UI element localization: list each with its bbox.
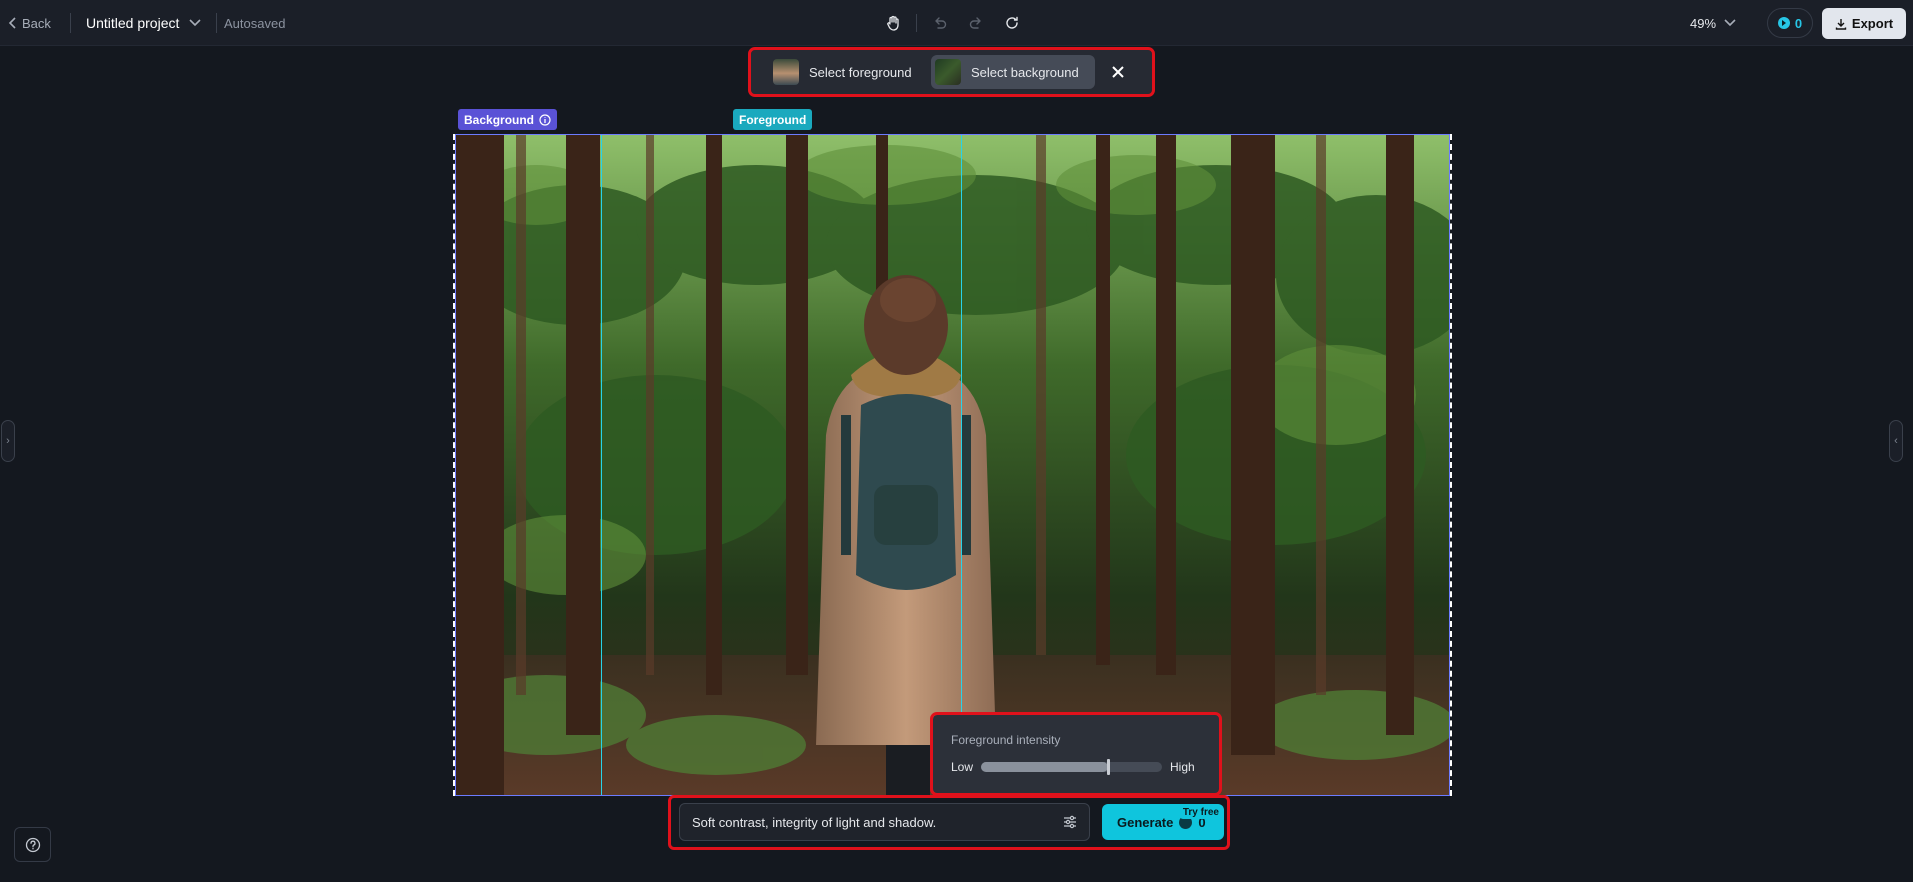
select-background-label: Select background [971,64,1079,80]
foreground-guide-left [601,135,602,795]
divider [70,13,71,33]
project-name-dropdown[interactable]: Untitled project [86,0,201,46]
export-button[interactable]: Export [1822,8,1906,39]
intensity-high-label: High [1170,760,1195,774]
intensity-slider-handle[interactable] [1106,759,1110,775]
divider [916,14,917,32]
canvas-edge-right [1450,134,1452,796]
credit-coin-icon [1777,17,1790,29]
sliders-icon[interactable] [1063,815,1077,829]
background-tag: Background [458,109,558,130]
intensity-slider-row: Low High [951,759,1195,775]
chevron-left-icon: ‹ [1894,435,1898,447]
canvas-tools [880,0,1025,46]
intensity-slider[interactable] [981,759,1163,775]
foreground-intensity-panel: Foreground intensity Low High [930,712,1222,796]
chevron-down-icon [1724,19,1736,27]
help-button[interactable] [14,827,51,862]
right-panel-toggle[interactable]: ‹ [1889,420,1903,462]
divider [216,13,217,33]
hand-icon[interactable] [880,10,906,36]
image-canvas[interactable] [455,134,1450,796]
credits-count: 0 [1794,15,1803,31]
redo-icon[interactable] [963,10,989,36]
refresh-icon[interactable] [999,10,1025,36]
zoom-dropdown[interactable]: 49% [1690,0,1736,46]
chevron-down-icon [189,19,201,27]
prompt-input[interactable]: Soft contrast, integrity of light and sh… [679,803,1090,841]
prompt-text: Soft contrast, integrity of light and sh… [692,814,937,830]
foreground-tag: Foreground [733,109,813,130]
zoom-level: 49% [1690,15,1717,31]
generate-button[interactable]: Generate 0 Try free [1102,804,1224,840]
autosave-status: Autosaved [224,15,286,31]
forest-hiker-image [456,135,1449,795]
select-foreground-button[interactable]: Select foreground [769,55,929,89]
prompt-bar: Soft contrast, integrity of light and sh… [668,795,1230,850]
info-icon[interactable] [539,113,551,126]
generate-label: Generate [1117,814,1174,830]
undo-icon[interactable] [927,10,953,36]
chevron-right-icon: › [6,435,10,447]
intensity-low-label: Low [951,760,974,774]
back-label: Back [22,15,51,31]
foreground-thumbnail [773,59,799,85]
background-tag-label: Background [464,112,535,127]
left-panel-toggle[interactable]: › [1,420,15,462]
back-button[interactable]: Back [8,0,51,46]
select-background-button[interactable]: Select background [931,55,1095,89]
chevron-left-icon [8,17,16,29]
select-foreground-label: Select foreground [809,64,912,80]
foreground-guide-right [961,135,962,795]
intensity-title: Foreground intensity [951,733,1061,747]
close-icon[interactable] [1103,57,1133,87]
export-label: Export [1851,16,1894,31]
selection-toolbar: Select foreground Select background [748,47,1155,97]
try-free-badge: Try free [1179,806,1222,819]
foreground-tag-label: Foreground [739,112,807,127]
download-icon [1835,18,1847,30]
top-bar: Back Untitled project Autosaved 49% 0 Ex… [0,0,1913,46]
help-icon [25,837,40,852]
project-name: Untitled project [86,15,180,31]
intensity-slider-fill [981,762,1108,772]
credits-badge[interactable]: 0 [1767,8,1813,38]
background-thumbnail [935,59,961,85]
